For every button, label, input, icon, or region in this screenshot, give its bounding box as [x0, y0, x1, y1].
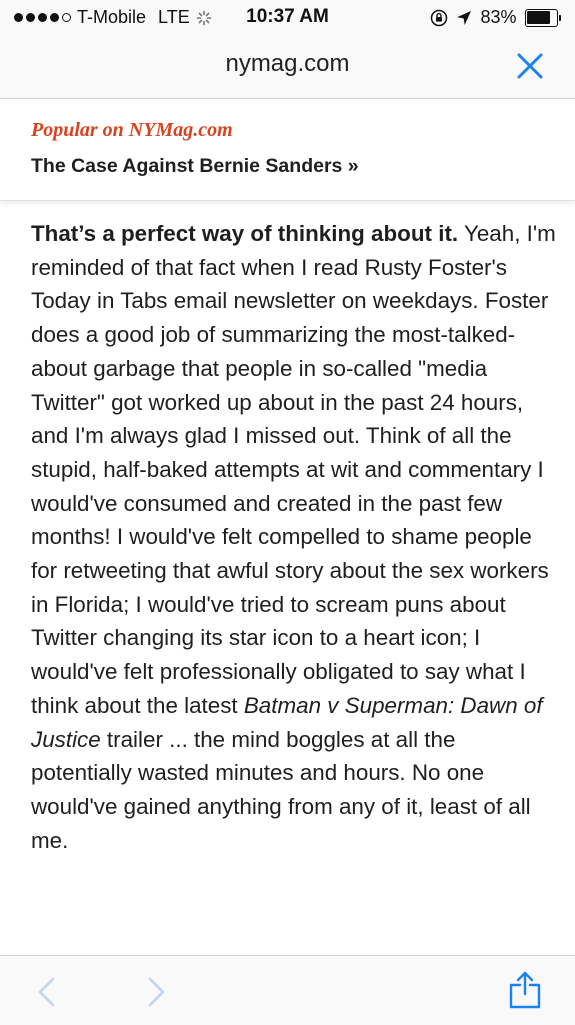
status-bar-right: 83% — [430, 7, 561, 28]
popular-headline-link[interactable]: The Case Against Bernie Sanders » — [31, 155, 359, 178]
orientation-lock-icon — [431, 9, 448, 26]
bottom-toolbar — [0, 955, 575, 1025]
location-arrow-icon — [457, 10, 472, 25]
battery-level-fill — [527, 11, 551, 24]
url-bar: nymag.com — [0, 34, 575, 99]
popular-banner[interactable]: Popular on NYMag.com The Case Against Be… — [0, 99, 575, 201]
status-bar: T-Mobile LTE 10:37 AM 83% — [0, 0, 575, 34]
battery-percent: 83% — [480, 7, 517, 27]
battery-icon — [524, 8, 561, 27]
share-icon[interactable] — [508, 970, 542, 1010]
popular-kicker: Popular on NYMag.com — [31, 119, 233, 141]
chevron-right-icon[interactable] — [145, 976, 167, 1008]
url-domain[interactable]: nymag.com — [0, 50, 575, 78]
close-x-icon[interactable] — [515, 51, 545, 81]
article-lead: That’s a perfect way of thinking about i… — [31, 221, 459, 246]
article-text-2: trailer ... the mind boggles at all the … — [31, 726, 531, 853]
chevron-left-icon[interactable] — [36, 976, 58, 1008]
article-text-1: Yeah, I'm reminded of that fact when I r… — [31, 221, 556, 718]
article-body: That’s a perfect way of thinking about i… — [31, 217, 561, 857]
